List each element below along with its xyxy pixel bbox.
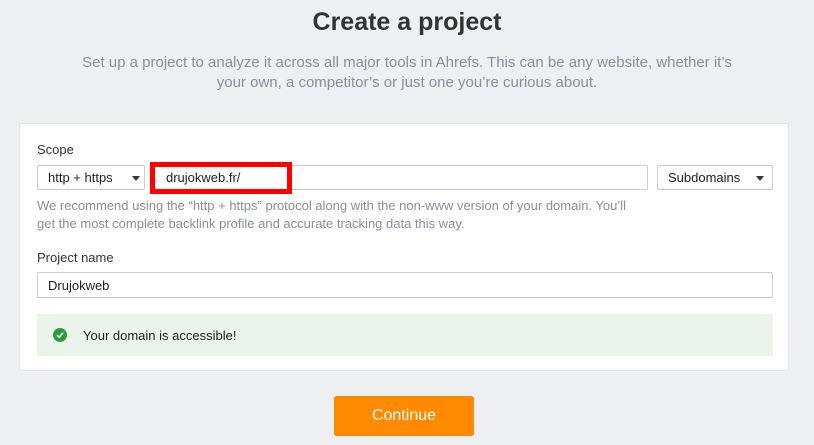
continue-button[interactable]: Continue bbox=[334, 396, 474, 436]
url-input-value: drujokweb.fr/ bbox=[166, 170, 241, 185]
subdomains-select-value: Subdomains bbox=[668, 170, 741, 185]
caret-down-icon bbox=[132, 176, 140, 181]
project-name-input[interactable]: Drujokweb bbox=[37, 272, 773, 298]
project-name-label: Project name bbox=[37, 250, 114, 265]
project-name-value: Drujokweb bbox=[48, 277, 110, 293]
caret-down-icon bbox=[756, 176, 764, 181]
protocol-select[interactable]: http + https bbox=[37, 165, 145, 190]
subdomains-select[interactable]: Subdomains bbox=[657, 165, 773, 190]
project-form-card: Scope http + https drujokweb.fr/ Subdoma… bbox=[19, 123, 789, 371]
scope-label: Scope bbox=[37, 142, 74, 157]
url-input[interactable]: drujokweb.fr/ bbox=[150, 165, 648, 190]
domain-status-text: Your domain is accessible! bbox=[83, 327, 237, 343]
protocol-select-value: http + https bbox=[48, 170, 113, 185]
domain-status-alert: Your domain is accessible! bbox=[37, 314, 773, 356]
protocol-hint: We recommend using the “http + https” pr… bbox=[37, 198, 627, 231]
page-title: Create a project bbox=[312, 8, 502, 36]
check-circle-icon bbox=[53, 328, 67, 342]
create-project-page: Create a project Set up a project to ana… bbox=[0, 0, 814, 445]
page-subtitle: Set up a project to analyze it across al… bbox=[82, 54, 732, 91]
